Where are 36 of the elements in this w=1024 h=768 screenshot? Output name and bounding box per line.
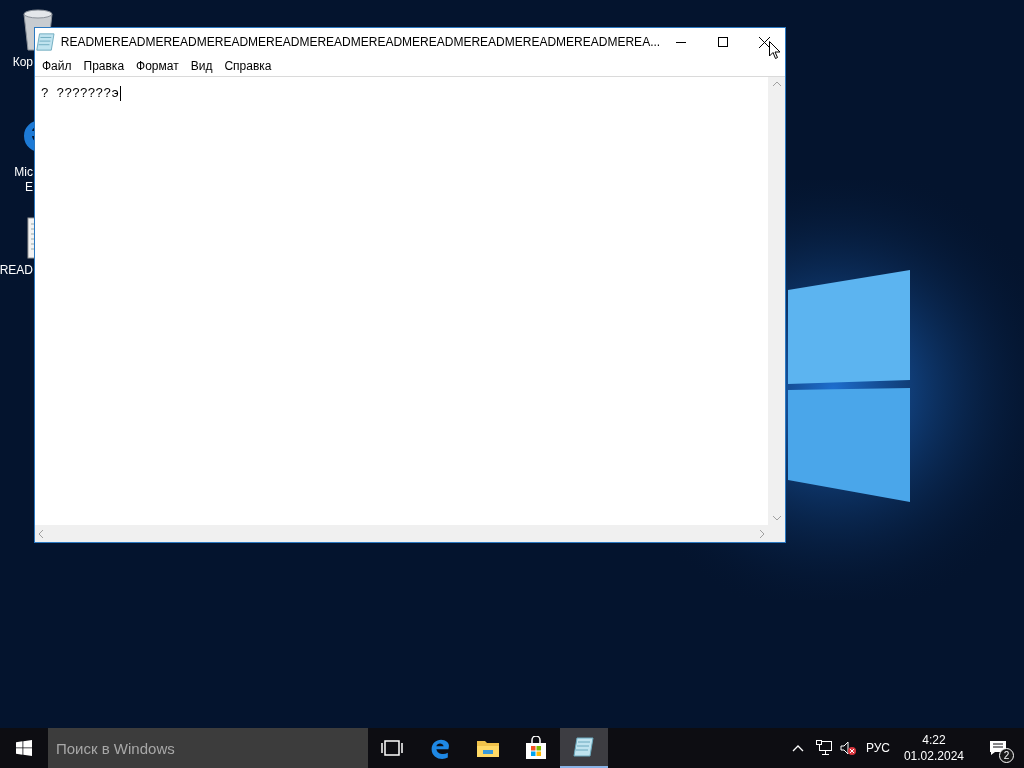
search-field[interactable]: Поиск в Windows <box>48 728 368 768</box>
menu-item[interactable]: Справка <box>218 57 278 75</box>
taskbar-app-button[interactable] <box>560 728 608 768</box>
task-view-icon <box>381 740 403 756</box>
notification-count: 2 <box>999 748 1014 763</box>
network-icon[interactable] <box>815 740 832 756</box>
desktop-icon-label[interactable]: Кор <box>12 55 33 70</box>
document-text: ? ???????э <box>41 86 121 101</box>
horizontal-scrollbar[interactable] <box>35 525 768 542</box>
shopping-bag-icon <box>525 736 547 760</box>
speaker-muted-icon[interactable] <box>839 740 856 756</box>
scroll-up-icon <box>772 81 781 87</box>
window-title: READMEREADMEREADMEREADMEREADMEREADMEREADMEREADMEREADMEREADMEREADMEREA... <box>60 34 661 51</box>
clock-date[interactable]: 01.02.2024 <box>903 748 964 764</box>
desktop-icon-label[interactable]: Mic <box>14 165 33 180</box>
menu-item[interactable]: Файл <box>36 57 78 75</box>
scroll-right-icon <box>759 529 765 538</box>
folder-icon <box>476 738 500 758</box>
clock-time[interactable]: 4:22 <box>922 732 946 748</box>
minimize-icon <box>675 41 686 43</box>
notepad-icon <box>35 31 57 53</box>
vertical-scrollbar[interactable] <box>768 77 785 525</box>
scroll-down-icon <box>772 515 781 521</box>
menu-item[interactable]: Правка <box>77 57 131 75</box>
language-indicator[interactable]: РУС <box>865 739 890 757</box>
desktop-icon-label[interactable]: E <box>25 180 33 195</box>
windows-logo-icon <box>16 740 32 756</box>
close-icon <box>758 36 770 48</box>
scroll-left-icon <box>38 529 44 538</box>
maximize-icon <box>717 37 728 47</box>
chevron-up-icon[interactable] <box>791 744 804 752</box>
mouse-pointer-icon <box>769 41 781 60</box>
desktop-icon-label[interactable]: READ <box>0 263 33 278</box>
menu-item[interactable]: Формат <box>130 57 185 75</box>
menu-item[interactable]: Вид <box>184 57 219 75</box>
notepad-icon <box>572 736 596 758</box>
